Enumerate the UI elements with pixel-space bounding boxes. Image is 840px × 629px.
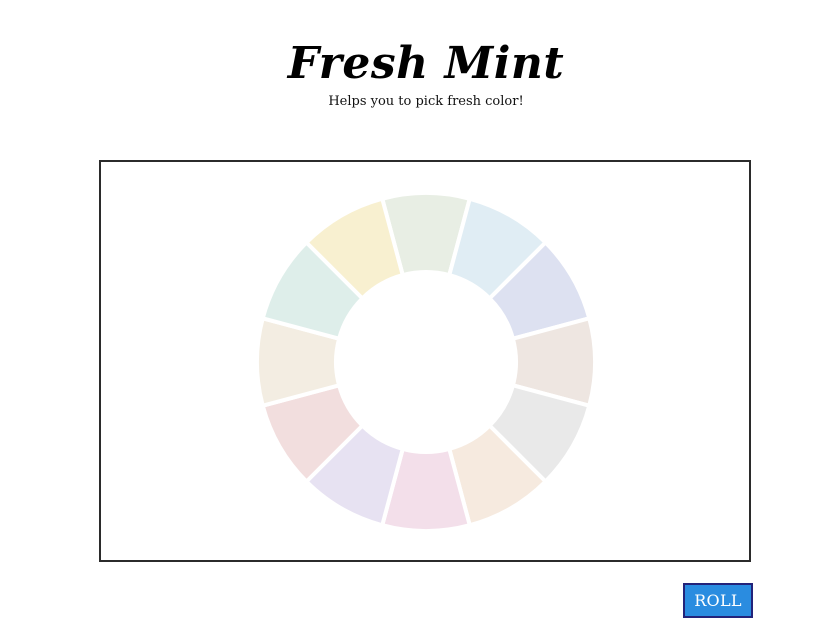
- color-wheel-canvas[interactable]: [99, 160, 751, 562]
- app-title: Fresh Mint: [287, 38, 565, 89]
- roll-button[interactable]: ROLL: [683, 583, 753, 618]
- color-wheel[interactable]: [101, 162, 753, 564]
- app-subtitle: Helps you to pick fresh color!: [328, 94, 524, 110]
- header: Fresh Mint Helps you to pick fresh color…: [0, 38, 840, 110]
